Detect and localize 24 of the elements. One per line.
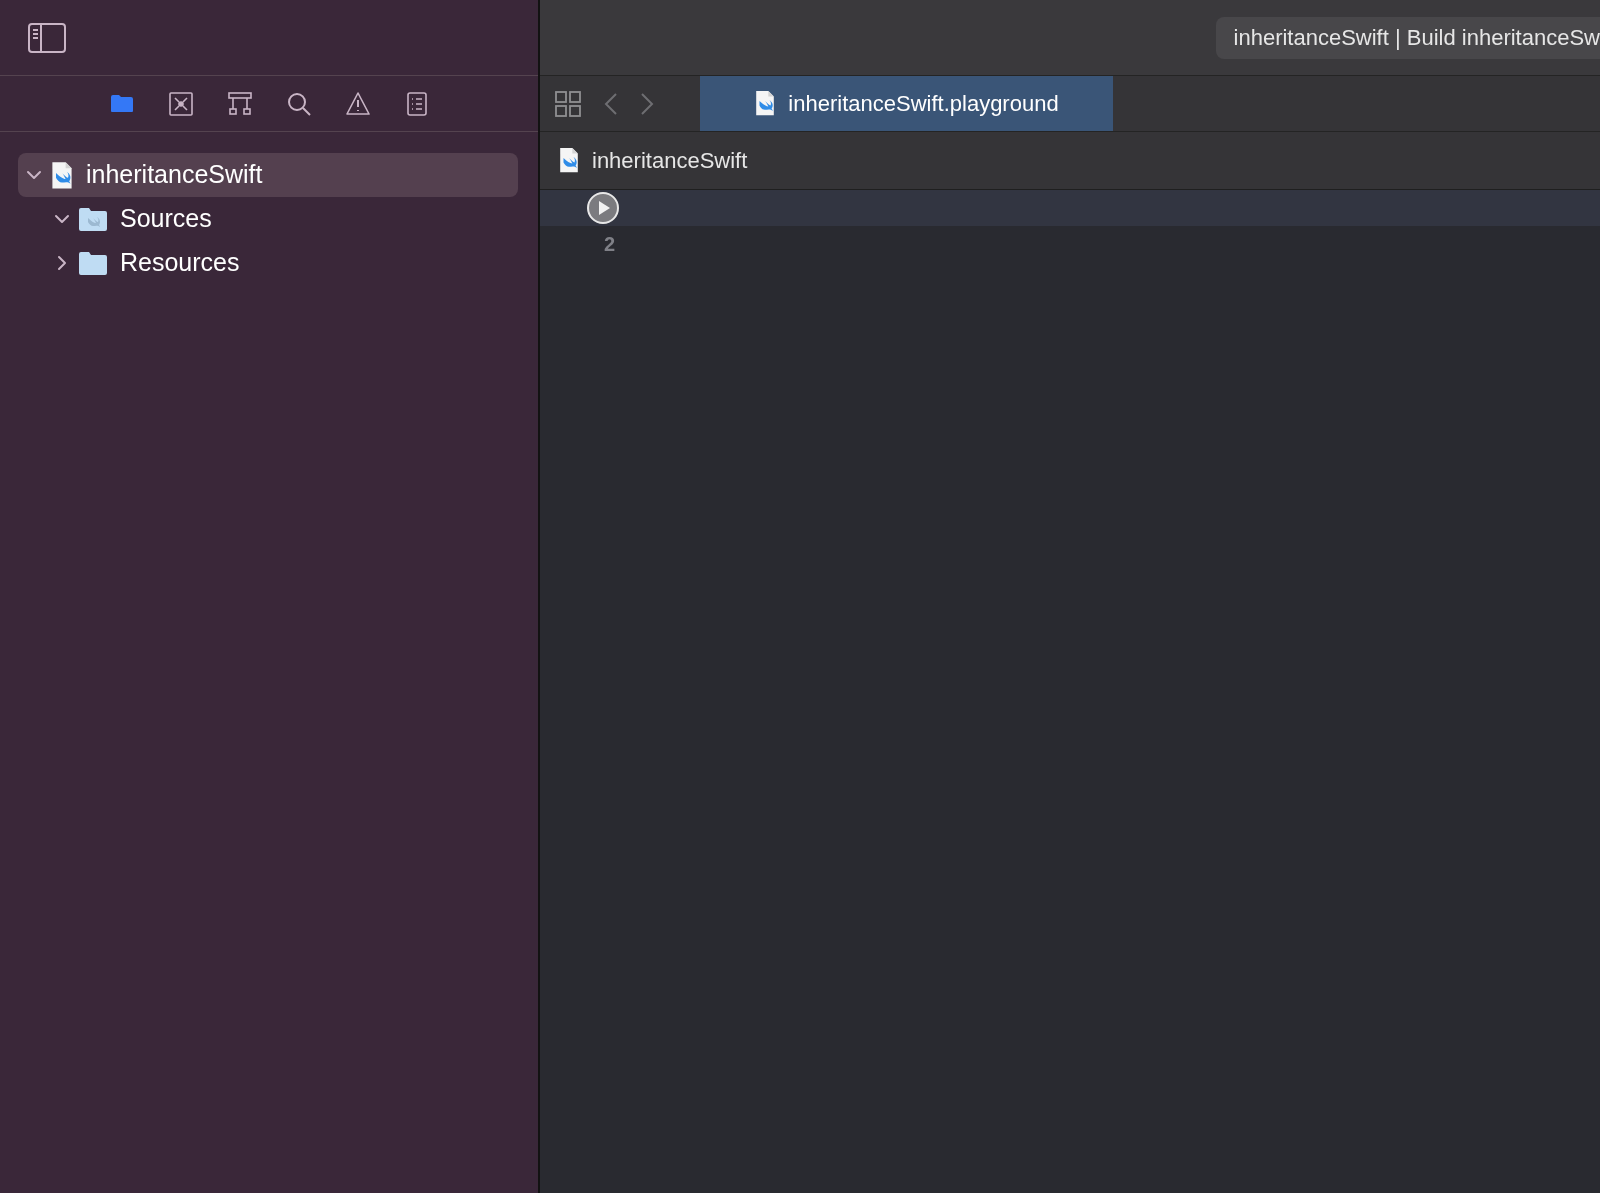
back-icon[interactable] — [604, 91, 618, 116]
breadcrumb-item[interactable]: inheritanceSwift — [592, 144, 748, 177]
search-icon[interactable] — [285, 90, 312, 117]
activity-status-bar: inheritanceSwift | Build inheritanceSw — [1215, 16, 1600, 59]
swift-folder-icon — [78, 206, 108, 232]
tree-row[interactable]: Resources — [18, 241, 518, 285]
line-number: 2 — [604, 232, 616, 257]
tree-item-label: Resources — [120, 247, 240, 279]
sidebar-toggle-icon[interactable] — [28, 22, 66, 53]
folder-icon — [78, 250, 108, 276]
tree-item-label: inheritanceSwift — [86, 159, 263, 191]
tree-row[interactable]: Sources — [18, 197, 518, 241]
editor-tab[interactable]: inheritanceSwift.playground — [700, 76, 1113, 131]
tree-row[interactable]: inheritanceSwift — [18, 153, 518, 197]
square-x-icon[interactable] — [167, 90, 194, 117]
swift-file-icon — [558, 147, 580, 174]
swift-file-icon — [50, 160, 74, 190]
swift-file-icon — [754, 90, 777, 117]
grid-icon[interactable] — [554, 89, 582, 118]
tree-item-label: Sources — [120, 203, 212, 235]
warning-icon[interactable] — [344, 90, 371, 117]
forward-icon[interactable] — [640, 91, 654, 116]
run-button-icon[interactable] — [586, 191, 620, 225]
hierarchy-icon[interactable] — [226, 90, 253, 117]
